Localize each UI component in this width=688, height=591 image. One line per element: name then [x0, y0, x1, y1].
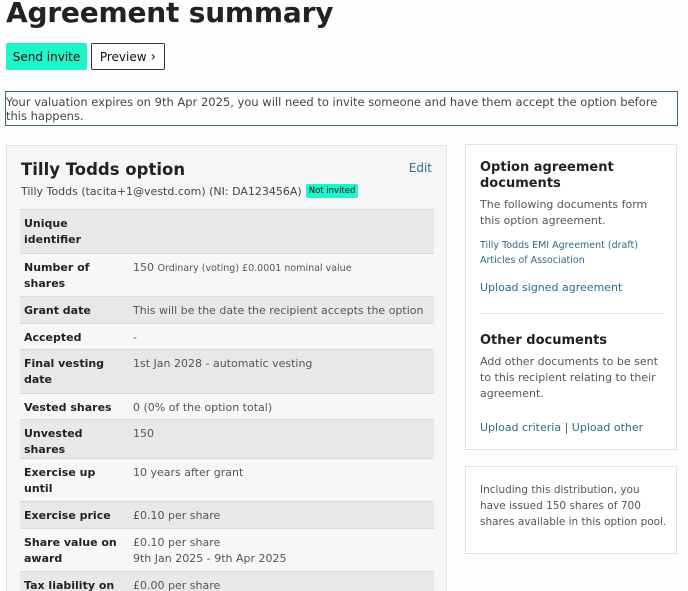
table-row: Exercise price £0.10 per share [20, 501, 434, 529]
row-value: - [129, 323, 434, 350]
row-label: Tax liability on exercise [20, 571, 129, 591]
row-value: 1st Jan 2028 - automatic vesting [129, 349, 434, 394]
row-value: 150 Ordinary (voting) £0.0001 nominal va… [129, 253, 434, 297]
valuation-alert: Your valuation expires on 9th Apr 2025, … [5, 91, 678, 126]
table-row: Share value on award £0.10 per share 9th … [20, 528, 434, 572]
preview-button[interactable]: Preview › [91, 43, 165, 70]
row-label: Final vesting date [20, 349, 129, 394]
preview-label: Preview [99, 49, 147, 64]
row-value: 10 years after grant [129, 458, 434, 502]
row-label: Share value on award [20, 528, 129, 572]
row-value: 0 (0% of the option total) [129, 393, 434, 420]
table-row: Vested shares 0 (0% of the option total) [20, 393, 434, 420]
holder-text: Tilly Todds (tacita+1@vestd.com) (NI: DA… [21, 184, 302, 198]
row-value: £0.10 per share [129, 501, 434, 529]
row-value: £0.10 per share 9th Jan 2025 - 9th Apr 20… [129, 528, 434, 572]
table-row: Number of shares 150 Ordinary (voting) £… [20, 253, 434, 297]
row-label: Unique identifier [20, 209, 129, 254]
option-pool-text: Including this distribution, you have is… [480, 484, 667, 528]
option-card: Tilly Todds option Edit Tilly Todds (tac… [6, 145, 447, 591]
option-details-table: Unique identifier Number of shares 150 O… [20, 209, 434, 591]
table-row: Exercise up until 10 years after grant [20, 458, 434, 502]
share-class: Ordinary (voting) £0.0001 nominal value [157, 263, 352, 274]
documents-card: Option agreement documents The following… [465, 144, 677, 450]
upload-other-link[interactable]: Upload other [572, 421, 643, 434]
upload-links: Upload criteria | Upload other [480, 421, 643, 434]
table-row: Final vesting date 1st Jan 2028 - automa… [20, 349, 434, 394]
row-label: Exercise price [20, 501, 129, 529]
row-value: 150 [129, 419, 434, 459]
articles-link[interactable]: Articles of Association [480, 255, 585, 266]
documents-description: The following documents form this option… [480, 198, 648, 227]
upload-criteria-link[interactable]: Upload criteria [480, 421, 561, 434]
row-label: Vested shares [20, 393, 129, 420]
alert-text: Your valuation expires on 9th Apr 2025, … [6, 94, 658, 123]
table-row: Unique identifier [20, 209, 434, 254]
upload-signed-agreement-link[interactable]: Upload signed agreement [480, 281, 622, 294]
other-documents-description: Add other documents to be sent to this r… [480, 355, 658, 400]
documents-title: Option agreement documents [480, 160, 614, 191]
edit-link[interactable]: Edit [409, 161, 432, 175]
row-value [129, 209, 434, 254]
table-row: Accepted - [20, 323, 434, 350]
divider [480, 313, 663, 314]
row-value: This will be the date the recipient acce… [129, 296, 434, 324]
option-holder: Tilly Todds (tacita+1@vestd.com) (NI: DA… [21, 184, 359, 198]
valuation-period: 9th Jan 2025 - 9th Apr 2025 [133, 552, 287, 565]
link-separator: | [564, 421, 569, 434]
other-documents-title: Other documents [480, 333, 608, 348]
row-label: Exercise up until [20, 458, 129, 502]
table-row: Tax liability on exercise £0.00 per shar… [20, 571, 434, 591]
emi-agreement-link[interactable]: Tilly Todds EMI Agreement (draft) [480, 240, 638, 251]
table-row: Unvested shares 150 [20, 419, 434, 459]
send-invite-button[interactable]: Send invite [6, 43, 87, 70]
row-label: Unvested shares [20, 419, 129, 459]
page-title: Agreement summary [6, 0, 334, 29]
status-badge: Not invited [305, 184, 359, 198]
table-row: Grant date This will be the date the rec… [20, 296, 434, 324]
share-value: £0.10 per share [133, 536, 221, 549]
chevron-right-icon: › [150, 48, 157, 65]
row-label: Number of shares [20, 253, 129, 297]
row-label: Accepted [20, 323, 129, 350]
row-value: £0.00 per share [129, 571, 434, 591]
row-label: Grant date [20, 296, 129, 324]
option-title: Tilly Todds option [21, 160, 186, 179]
share-count: 150 [133, 261, 154, 274]
option-pool-card: Including this distribution, you have is… [465, 466, 677, 554]
